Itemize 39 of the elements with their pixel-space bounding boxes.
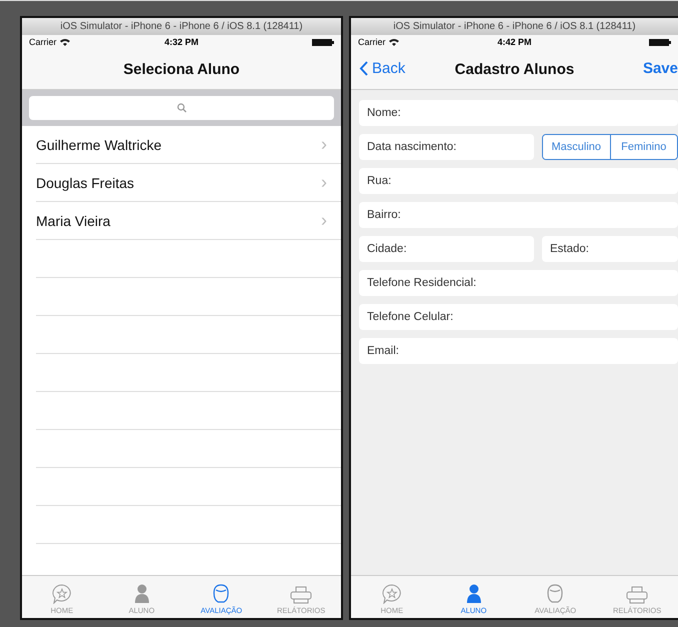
text-field[interactable]: Bairro: (359, 202, 678, 228)
text-field[interactable]: Telefone Residencial: (359, 270, 678, 296)
face-icon (545, 584, 566, 604)
save-button[interactable]: Save (642, 58, 678, 79)
text-field[interactable]: Estado: (542, 236, 678, 262)
wifi-icon (388, 38, 399, 46)
window-title: iOS Simulator - iPhone 6 - iPhone 6 / iOS 8.1 (128411) (393, 21, 636, 32)
battery-icon (312, 38, 334, 46)
student-list-item[interactable]: Maria Vieira › (36, 202, 341, 240)
nav-title: Seleciona Aluno (123, 60, 240, 78)
person-icon (134, 584, 150, 604)
text-field[interactable]: Email: (359, 338, 678, 364)
chat-star-icon (380, 584, 403, 604)
carrier-label: Carrier (29, 37, 57, 47)
student-list-item[interactable]: Guilherme Waltricke › (36, 126, 341, 164)
chat-star-icon (50, 584, 73, 604)
printer-icon (290, 586, 312, 604)
clock-time: 4:42 PM (498, 37, 532, 47)
person-icon (466, 584, 482, 604)
text-field[interactable]: Data nascimento: (359, 134, 534, 160)
carrier-label: Carrier (358, 37, 386, 47)
face-icon (211, 584, 232, 604)
text-field[interactable]: Telefone Celular: (359, 304, 678, 330)
clock-time: 4:32 PM (164, 37, 199, 47)
printer-icon (626, 586, 648, 604)
window-title: iOS Simulator - iPhone 6 - iPhone 6 / iOS 8.1 (128411) (60, 21, 303, 32)
gender-segment[interactable]: Feminino (610, 135, 677, 159)
gender-segment[interactable]: Masculino (543, 135, 610, 159)
text-field[interactable]: Nome: (359, 100, 678, 126)
text-field[interactable]: Cidade: (359, 236, 534, 262)
wifi-icon (60, 38, 70, 46)
text-field[interactable]: Rua: (359, 168, 678, 194)
battery-icon (649, 38, 672, 46)
nav-title: Cadastro Alunos (454, 60, 574, 78)
student-list-item[interactable]: Douglas Freitas › (36, 164, 341, 202)
back-chevron-icon (359, 61, 368, 76)
back-button[interactable]: Back (357, 58, 408, 79)
search-icon (176, 103, 186, 113)
search-field[interactable] (29, 96, 334, 120)
